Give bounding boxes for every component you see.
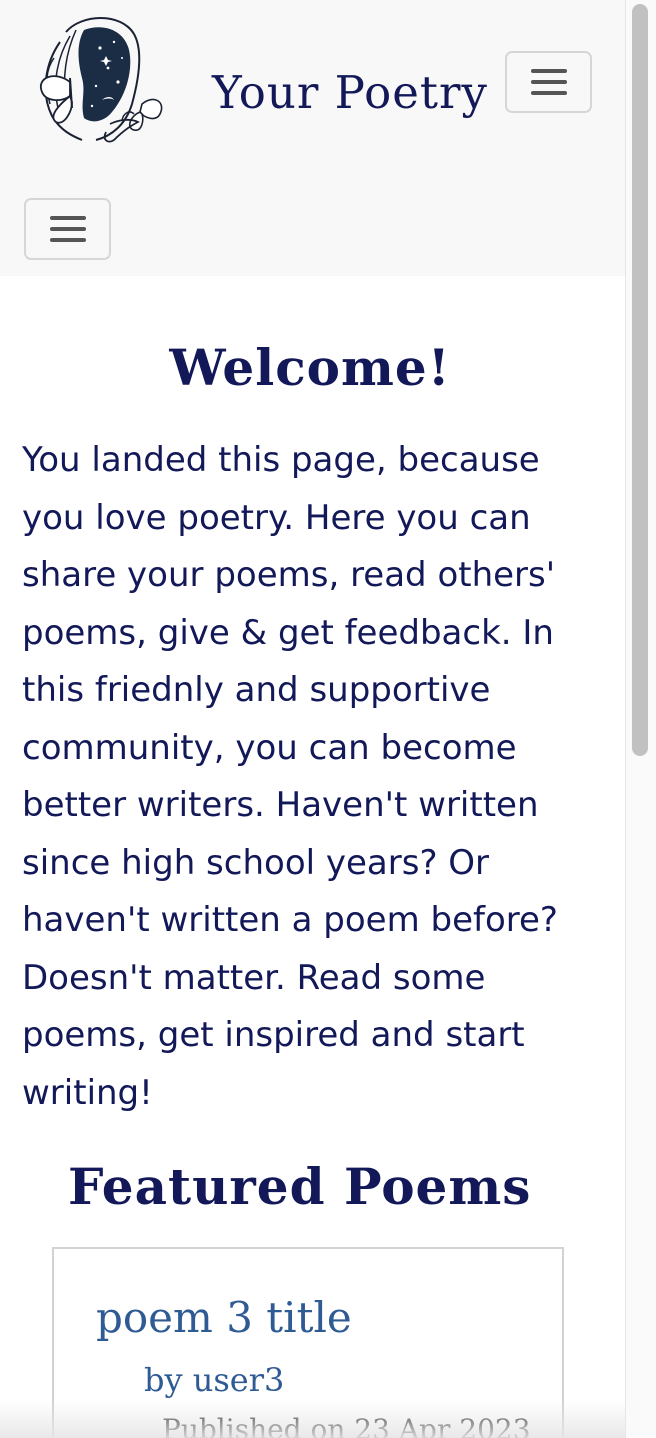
woman-butterfly-logo-icon (39, 17, 163, 143)
site-brand[interactable]: Your Poetry (212, 66, 488, 119)
poem-card[interactable]: poem 3 title by user3 Published on 23 Ap… (52, 1247, 564, 1438)
poem-title-link[interactable]: poem 3 title (96, 1293, 352, 1342)
navbar: Your Poetry (0, 0, 625, 276)
hamburger-menu-icon (530, 69, 567, 95)
site-logo[interactable] (26, 12, 168, 148)
welcome-title: Welcome! (169, 338, 451, 397)
hamburger-menu-icon (49, 216, 86, 242)
welcome-text: You landed this page, because you love p… (22, 440, 558, 1113)
poem-published-date: Published on 23 Apr 2023 (162, 1413, 531, 1438)
scrollbar-thumb[interactable] (632, 4, 648, 756)
poem-author: by user3 (144, 1361, 285, 1399)
navbar-toggle-button[interactable] (505, 51, 592, 113)
vertical-scrollbar[interactable] (625, 0, 656, 1438)
featured-poems-heading: Featured Poems (68, 1157, 532, 1216)
secondary-navbar-toggle-button[interactable] (24, 198, 111, 260)
page: Your Poetry Welcome! You landed this pag… (0, 0, 625, 1438)
